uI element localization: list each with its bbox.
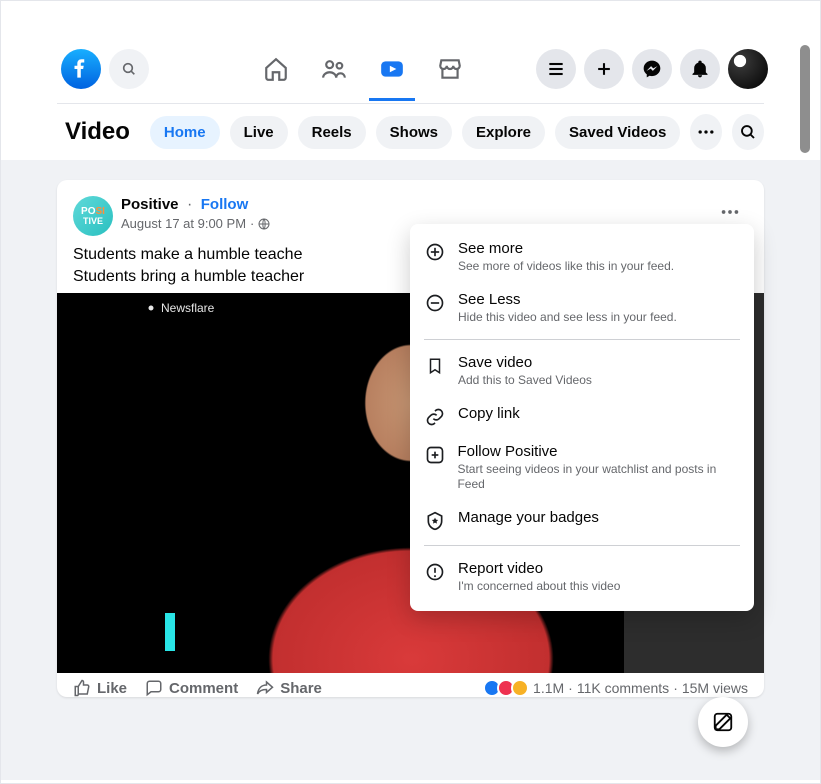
menu-separator: [424, 545, 740, 546]
nav-friends[interactable]: [309, 45, 359, 93]
subnav-title: Video: [65, 118, 130, 146]
engagement-stats[interactable]: 1.1M · 11K comments · 15M views: [487, 679, 748, 697]
menu-follow-page[interactable]: Follow Positive Start seeing videos in y…: [410, 435, 754, 501]
watermark-text: Newsflare: [161, 301, 214, 315]
follow-link[interactable]: Follow: [201, 196, 249, 213]
video-subnav: Video Home Live Reels Shows Explore Save…: [1, 104, 820, 160]
sep: ·: [187, 196, 192, 213]
menu-see-less[interactable]: See Less Hide this video and see less in…: [410, 283, 754, 334]
nav-right: [536, 49, 768, 89]
reaction-icons: [487, 679, 529, 697]
menu-see-more[interactable]: See more See more of videos like this in…: [410, 232, 754, 283]
badge-icon: [424, 509, 446, 531]
tab-explore[interactable]: Explore: [462, 116, 545, 149]
tab-saved[interactable]: Saved Videos: [555, 116, 680, 149]
facebook-logo[interactable]: [61, 49, 101, 89]
compose-fab[interactable]: [698, 697, 748, 747]
nav-video[interactable]: [367, 45, 417, 93]
tab-live[interactable]: Live: [230, 116, 288, 149]
menu-copy-link[interactable]: Copy link: [410, 397, 754, 435]
link-icon: [424, 405, 446, 427]
follow-plus-icon: [424, 443, 445, 465]
post-options-menu: See more See more of videos like this in…: [410, 224, 754, 611]
globe-icon: [258, 218, 270, 230]
page-avatar[interactable]: POSITIVE: [73, 196, 113, 236]
tab-reels[interactable]: Reels: [298, 116, 366, 149]
like-icon: [73, 679, 91, 697]
compose-icon: [712, 711, 734, 733]
scrollbar-track[interactable]: [800, 45, 810, 725]
menu-save-video[interactable]: Save video Add this to Saved Videos: [410, 346, 754, 397]
post-card: POSITIVE Positive · Follow August 17 at …: [57, 180, 764, 697]
plus-circle-icon: [424, 240, 446, 262]
scrollbar-thumb[interactable]: [800, 45, 810, 153]
nav-marketplace[interactable]: [425, 45, 475, 93]
view-count: 15M views: [682, 680, 748, 696]
live-dot-icon: [145, 302, 157, 314]
reaction-count: 1.1M: [533, 680, 564, 696]
comment-count: 11K comments: [577, 680, 669, 696]
sep: ·: [568, 680, 573, 696]
more-tabs[interactable]: [690, 114, 722, 150]
notifications-button[interactable]: [680, 49, 720, 89]
alert-circle-icon: [424, 560, 446, 582]
search-videos[interactable]: [732, 114, 764, 150]
page-name[interactable]: Positive: [121, 196, 179, 213]
share-icon: [256, 679, 274, 697]
content-area: POSITIVE Positive · Follow August 17 at …: [1, 160, 820, 780]
search-button[interactable]: [109, 49, 149, 89]
video-progress-marker: [165, 613, 175, 651]
top-bar: [1, 41, 820, 97]
sep: ·: [250, 216, 254, 231]
share-button[interactable]: Share: [256, 679, 322, 697]
comment-button[interactable]: Comment: [145, 679, 238, 697]
profile-avatar[interactable]: [728, 49, 768, 89]
engagement-bar: Like Comment Share 1.1M: [57, 673, 764, 697]
sep: ·: [673, 680, 678, 696]
messenger-button[interactable]: [632, 49, 672, 89]
timestamp-text: August 17 at 9:00 PM: [121, 216, 246, 231]
nav-center: [189, 45, 536, 93]
bookmark-icon: [424, 354, 446, 376]
menu-manage-badges[interactable]: Manage your badges: [410, 501, 754, 539]
viewport: Video Home Live Reels Shows Explore Save…: [0, 0, 821, 784]
tab-shows[interactable]: Shows: [376, 116, 452, 149]
like-button[interactable]: Like: [73, 679, 127, 697]
nav-home[interactable]: [251, 45, 301, 93]
menu-separator: [424, 339, 740, 340]
tab-home[interactable]: Home: [150, 116, 220, 149]
menu-button[interactable]: [536, 49, 576, 89]
video-watermark: Newsflare: [145, 301, 214, 315]
menu-report-video[interactable]: Report video I'm concerned about this vi…: [410, 552, 754, 603]
create-button[interactable]: [584, 49, 624, 89]
minus-circle-icon: [424, 291, 446, 313]
comment-icon: [145, 679, 163, 697]
